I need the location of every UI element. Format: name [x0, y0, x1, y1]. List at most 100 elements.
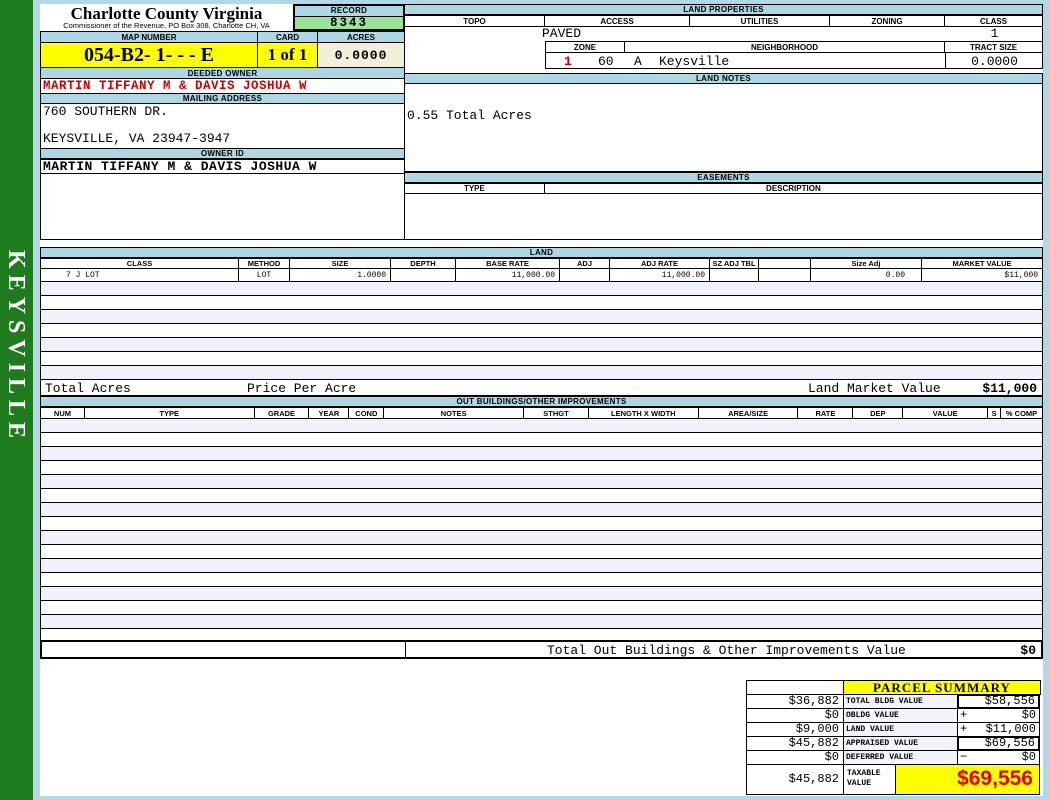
land-column-headers: CLASS METHOD SIZE DEPTH BASE RATE ADJ AD… — [40, 258, 1043, 269]
zone-value-row: 1 60 A Keysville 0.0000 — [545, 53, 1043, 69]
land-depth-header: DEPTH — [391, 259, 456, 268]
ps-title-spacer — [746, 680, 844, 695]
address-line1: 760 SOUTHERN DR. — [43, 104, 168, 119]
ps-row-land: $9,000 LAND VALUE + $11,000 — [746, 722, 1045, 737]
utilities-header: UTILITIES — [690, 16, 830, 26]
total-acres-label: Total Acres — [45, 381, 131, 396]
neighborhood-label: NEIGHBORHOOD — [625, 42, 945, 52]
land-method-value: LOT — [239, 269, 290, 281]
ps-appraised-prior: $45,882 — [746, 736, 844, 751]
card-value: 1 of 1 — [258, 43, 318, 67]
ps-row-appraised: $45,882 APPRAISED VALUE $69,556 — [746, 736, 1045, 751]
zone-letter: A — [634, 54, 642, 69]
address-line2: KEYSVILLE, VA 23947-3947 — [43, 131, 231, 146]
ps-appraised-value: $69,556 — [984, 736, 1035, 750]
acres-value: 0.0000 — [318, 43, 404, 67]
zone-value: 1 — [564, 54, 572, 69]
ps-appraised-label: APPRAISED VALUE — [843, 736, 958, 751]
land-class-header: CLASS — [41, 259, 239, 268]
tract-size-label: TRACT SIZE — [969, 42, 1018, 52]
ps-row-deferred: $0 DEFERRED VALUE − $0 — [746, 750, 1045, 765]
ob-s-header: S — [988, 408, 1002, 418]
owner-id-header: OWNER ID — [40, 148, 405, 159]
access-value: PAVED — [542, 26, 582, 41]
record-box: RECORD 8343 — [293, 4, 405, 31]
land-blank-value — [759, 269, 811, 281]
parcel-summary: PARCEL SUMMARY $36,882 TOTAL BLDG VALUE … — [746, 680, 1045, 795]
zone-code: 60 — [598, 54, 614, 69]
land-depth-value — [391, 269, 456, 281]
ps-land-value-cell: + $11,000 — [957, 722, 1040, 737]
land-data-row: 7 J LOT LOT 1.0000 11,000.00 11,000.00 0… — [40, 269, 1043, 282]
land-notes-box: 0.55 Total Acres — [404, 84, 1043, 172]
land-totals-row: Total Acres Price Per Acre Land Market V… — [40, 379, 1043, 396]
land-properties-header: LAND PROPERTIES — [404, 4, 1043, 15]
ob-length-width-header: LENGTH X WIDTH — [589, 408, 699, 418]
land-properties-value-row: PAVED 1 — [404, 27, 1043, 41]
ps-obldg-prior: $0 — [746, 708, 844, 723]
ps-land-sign: + — [960, 722, 968, 736]
land-base-rate-value: 11,000.00 — [456, 269, 560, 281]
acres-label: ACRES — [318, 32, 404, 42]
out-buildings-total-row: Total Out Buildings & Other Improvements… — [40, 640, 1043, 659]
card-label: CARD — [258, 32, 318, 42]
ps-deferred-sign: − — [960, 750, 968, 764]
ps-taxable-prior: $45,882 — [746, 764, 844, 795]
land-base-rate-header: BASE RATE — [456, 259, 560, 268]
class-header: CLASS — [979, 16, 1008, 26]
ps-row-obldg: $0 OBLDG VALUE + $0 — [746, 708, 1045, 723]
county-header: Charlotte County Virginia Commissioner o… — [40, 4, 293, 31]
land-size-adj-header: Size Adj — [811, 259, 922, 268]
land-blank-header — [759, 259, 811, 268]
land-sz-adj-tbl-header: SZ ADJ TBL — [710, 259, 759, 268]
zoning-header: ZONING — [830, 16, 945, 26]
land-notes-text: 0.55 Total Acres — [407, 108, 532, 123]
mailing-address-header: MAILING ADDRESS — [40, 93, 405, 104]
land-size-adj-value: 0.00 — [811, 269, 922, 281]
district-sidebar: KEYSVILLE — [0, 0, 33, 800]
tract-size-value: 0.0000 — [971, 54, 1018, 69]
ps-total-bldg-value-cell: $58,556 — [957, 694, 1040, 709]
land-method-header: METHOD — [239, 259, 290, 268]
map-number-value: 054-B2- 1- - - E — [41, 43, 258, 67]
ob-area-size-header: AREA/SIZE — [699, 408, 799, 418]
land-size-value: 1.0000 — [290, 269, 391, 281]
mailing-address-box: 760 SOUTHERN DR. KEYSVILLE, VA 23947-394… — [40, 104, 405, 148]
ob-total-row-divider — [405, 642, 406, 657]
ob-num-header: NUM — [41, 408, 85, 418]
access-header: ACCESS — [545, 16, 690, 26]
ps-total-bldg-label: TOTAL BLDG VALUE — [843, 694, 958, 709]
land-market-value-header: MARKET VALUE — [952, 259, 1012, 268]
ps-obldg-value: $0 — [1021, 708, 1036, 722]
ps-obldg-label: OBLDG VALUE — [843, 708, 958, 723]
ps-obldg-value-cell: + $0 — [957, 708, 1040, 723]
record-value: 8343 — [295, 17, 403, 29]
deeded-owner-value: MARTIN TIFFANY M & DAVIS JOSHUA W — [40, 79, 405, 93]
ps-land-label: LAND VALUE — [843, 722, 958, 737]
zone-label: ZONE — [546, 42, 625, 52]
ob-rate-header: RATE — [798, 408, 854, 418]
ps-appraised-value-cell: $69,556 — [957, 736, 1040, 751]
easements-header: EASEMENTS — [404, 172, 1043, 183]
deeded-owner-header: DEEDED OWNER — [40, 67, 405, 79]
land-notes-header: LAND NOTES — [404, 73, 1043, 84]
ps-taxable-value: $69,556 — [895, 764, 1040, 795]
county-office-line: Commissioner of the Revenue, PO Box 308,… — [63, 21, 270, 30]
ps-land-prior: $9,000 — [746, 722, 844, 737]
out-buildings-empty-rows — [40, 419, 1043, 640]
land-adj-value — [560, 269, 610, 281]
ob-year-header: YEAR — [309, 408, 350, 418]
ps-total-bldg-prior: $36,882 — [746, 694, 844, 709]
land-section-header: LAND — [40, 247, 1043, 258]
out-buildings-column-headers: NUM TYPE GRADE YEAR COND NOTES STHGT LEN… — [40, 407, 1043, 419]
land-market-value-value: $11,000 — [1004, 270, 1038, 280]
out-buildings-header: OUT BUILDINGS/OTHER IMPROVEMENTS — [40, 396, 1043, 407]
ps-deferred-prior: $0 — [746, 750, 844, 765]
land-adj-rate-header: ADJ RATE — [610, 259, 710, 268]
ob-cond-header: COND — [349, 408, 385, 418]
ps-total-bldg-value: $58,556 — [984, 694, 1035, 708]
ps-land-value: $11,000 — [985, 722, 1036, 736]
ob-sthgt-header: STHGT — [524, 408, 589, 418]
land-class-value: 7 J LOT — [41, 269, 239, 281]
topo-header: TOPO — [405, 16, 545, 26]
